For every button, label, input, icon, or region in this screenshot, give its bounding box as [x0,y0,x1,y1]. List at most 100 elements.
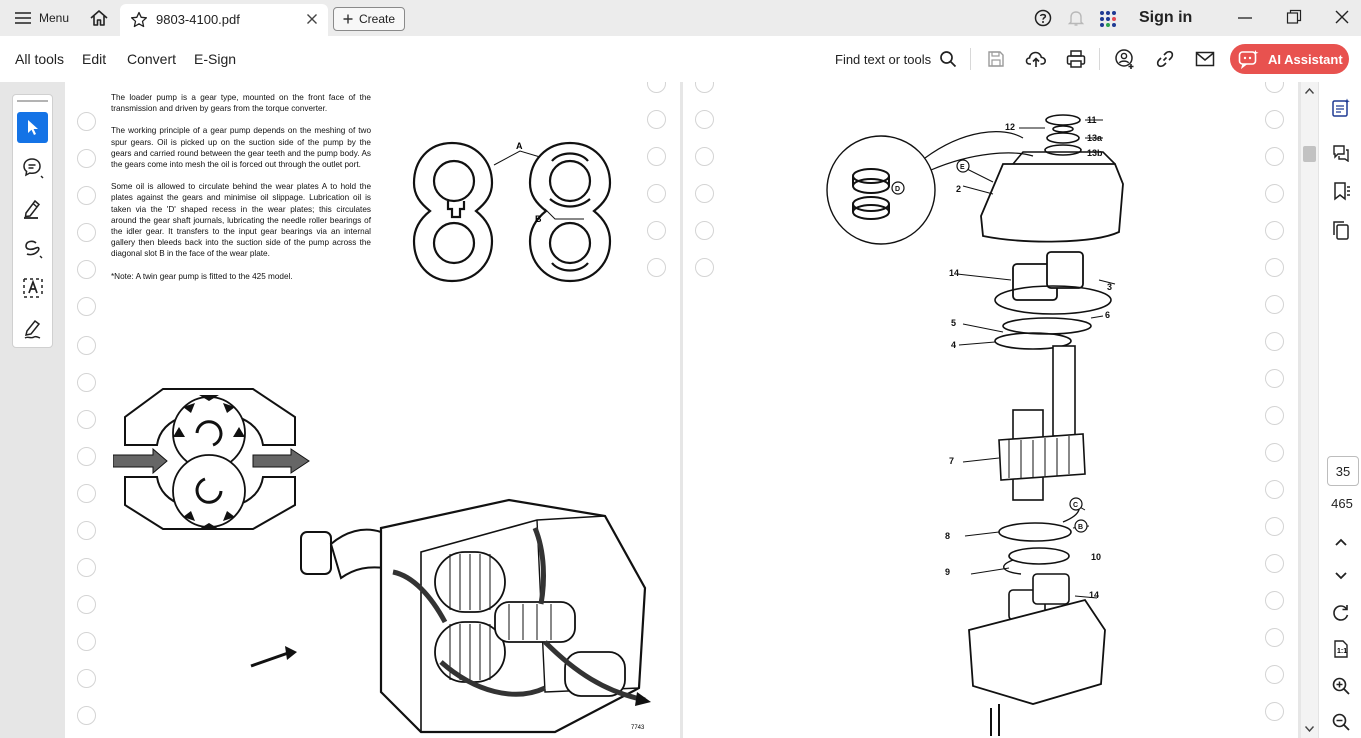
vertical-scrollbar[interactable] [1301,82,1318,738]
actual-size-button[interactable]: 1:1 [1329,637,1353,661]
toolbar-divider-2 [1099,48,1100,70]
callout-e: E [960,164,965,171]
svg-text:1:1: 1:1 [1337,648,1347,655]
callout-13a: 13a [1087,133,1103,143]
document-tab[interactable]: 9803-4100.pdf [120,4,328,36]
callout-8: 8 [945,531,950,541]
pump-cutaway-illustration: 7743 [245,492,665,737]
scroll-down-arrow-icon[interactable] [1305,726,1314,732]
next-page-button[interactable] [1329,564,1353,588]
search-icon [939,50,957,68]
callout-10: 10 [1091,552,1101,562]
tab-title: 9803-4100.pdf [156,12,240,27]
select-tool-button[interactable] [17,112,48,143]
current-page-input[interactable]: 35 [1327,456,1359,486]
thumbnails-panel-button[interactable] [1329,218,1353,242]
comment-add-icon [22,157,44,179]
bookmark-icon [1331,181,1351,201]
cursor-arrow-icon [25,119,41,137]
wear-plate-diagram: A B [410,137,640,287]
chevron-down-icon [1334,571,1348,581]
toolbar-divider [970,48,971,70]
freehand-draw-icon [22,237,44,259]
rotate-icon [1331,603,1351,623]
comments-icon [1331,142,1351,162]
zoom-out-icon [1331,712,1351,732]
menu-e-sign[interactable]: E-Sign [194,36,236,82]
text-select-icon [22,277,44,299]
ai-assistant-label: AI Assistant [1268,51,1343,67]
create-button[interactable]: Create [333,7,405,31]
text-box-tool-button[interactable] [17,272,48,303]
callout-c: C [1073,502,1078,509]
email-icon[interactable] [1193,47,1217,71]
star-icon[interactable] [130,11,148,29]
paragraph-intro: The loader pump is a gear type, mounted … [111,93,371,114]
plus-icon [343,14,353,24]
save-icon[interactable] [984,47,1008,71]
paragraph-note: *Note: A twin gear pump is fitted to the… [111,271,293,281]
close-tab-icon[interactable] [306,13,318,25]
home-icon [89,9,109,27]
share-user-icon[interactable] [1113,47,1137,71]
figure-number: 7743 [631,725,645,731]
notification-bell-icon[interactable] [1067,9,1085,27]
label-a: A [516,141,523,151]
ai-summary-panel-button[interactable] [1329,96,1353,120]
comment-tool-button[interactable] [17,152,48,183]
document-viewport[interactable]: The loader pump is a gear type, mounted … [0,82,1301,738]
draw-tool-button[interactable] [17,232,48,263]
callout-12: 12 [1005,122,1015,132]
menu-button[interactable]: Menu [14,0,69,36]
callout-7: 7 [949,456,954,466]
callout-5: 5 [951,318,956,328]
panel-grip[interactable] [17,100,48,102]
callout-14-top: 14 [949,268,959,278]
ai-assistant-icon [1238,49,1260,69]
sign-tool-button[interactable] [17,312,48,343]
scroll-up-arrow-icon[interactable] [1305,88,1314,94]
create-label: Create [358,12,396,26]
label-b: B [535,214,542,224]
zoom-out-button[interactable] [1329,710,1353,734]
comments-panel-button[interactable] [1329,140,1353,164]
hamburger-icon [14,11,32,25]
highlighter-pen-icon [22,197,44,219]
bookmarks-panel-button[interactable] [1329,179,1353,203]
close-window-icon[interactable] [1334,9,1350,25]
page-sparkle-icon [1331,98,1351,118]
apps-grid-icon[interactable] [1099,10,1117,28]
find-text-button[interactable]: Find text or tools [835,36,957,82]
callout-14-bottom: 14 [1089,590,1099,600]
callout-6: 6 [1105,310,1110,320]
callout-13b: 13b [1087,148,1103,158]
home-button[interactable] [89,0,109,36]
exploded-pump-diagram: 11 12 13a 13b E 2 D 14 3 6 5 4 7 C B 8 1 [823,104,1143,738]
link-icon[interactable] [1153,47,1177,71]
help-icon[interactable] [1034,9,1052,27]
signature-pen-icon [22,317,44,339]
paragraph-principle: The working principle of a gear pump dep… [111,126,371,170]
find-text-label: Find text or tools [835,51,932,67]
upload-cloud-icon[interactable] [1024,47,1048,71]
zoom-in-button[interactable] [1329,674,1353,698]
menu-all-tools[interactable]: All tools [15,36,64,82]
highlight-tool-button[interactable] [17,192,48,223]
menu-label: Menu [39,11,70,25]
actual-size-icon: 1:1 [1331,639,1351,659]
callout-4: 4 [951,340,956,350]
sign-in-link[interactable]: Sign in [1139,9,1192,27]
callout-2: 2 [956,184,961,194]
minimize-icon[interactable] [1237,10,1253,26]
restore-icon[interactable] [1286,9,1302,25]
rotate-button[interactable] [1329,601,1353,625]
document-body-text: The loader pump is a gear type, mounted … [111,92,371,293]
menu-convert[interactable]: Convert [127,36,176,82]
ai-assistant-button[interactable]: AI Assistant [1230,44,1349,74]
print-icon[interactable] [1064,47,1088,71]
callout-3: 3 [1107,282,1112,292]
scroll-thumb[interactable] [1303,146,1316,162]
callout-b: B [1078,524,1083,531]
menu-edit[interactable]: Edit [82,36,106,82]
previous-page-button[interactable] [1329,530,1353,554]
